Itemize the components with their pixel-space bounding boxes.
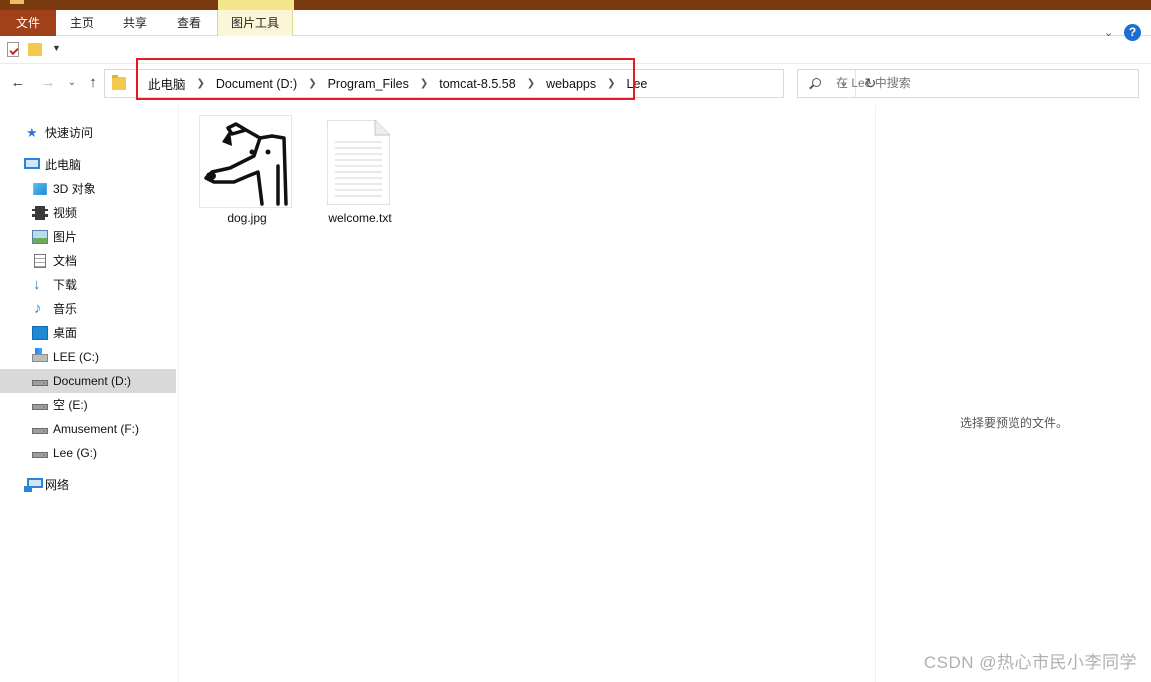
up-arrow-icon[interactable]: ↑ — [83, 73, 103, 93]
sidebar-item-label: 空 (E:) — [53, 398, 88, 412]
title-bar — [0, 0, 1151, 10]
search-input[interactable] — [836, 70, 1126, 97]
video-icon — [32, 206, 48, 220]
drive-icon — [32, 428, 48, 434]
navigation-pane: ★ 快速访问 此电脑 3D 对象 视频 图片 文档 ↓ 下载 ♪ 音乐 桌面 L… — [0, 108, 178, 682]
sidebar-item-label: 视频 — [53, 206, 78, 220]
dog-image-thumbnail[interactable] — [200, 116, 291, 207]
sidebar-item-label: 此电脑 — [45, 158, 82, 172]
tab-view[interactable]: 查看 — [162, 10, 216, 36]
tab-home[interactable]: 主页 — [56, 10, 108, 36]
download-icon: ↓ — [33, 276, 41, 293]
search-icon — [812, 78, 821, 87]
drive-icon — [32, 452, 48, 458]
sidebar-item-network[interactable]: 网络 — [0, 473, 176, 497]
ribbon-tabs: 文件 主页 共享 查看 图片工具 ⌄ ? — [0, 10, 1151, 41]
drive-icon — [32, 380, 48, 386]
tab-picture-tools[interactable]: 图片工具 — [217, 10, 293, 36]
text-file-icon[interactable] — [326, 119, 391, 206]
sidebar-item-label: 图片 — [53, 230, 78, 244]
sidebar-item-drive-g[interactable]: Lee (G:) — [0, 441, 176, 465]
customize-toolbar-dropdown-icon[interactable]: ▼ — [52, 43, 61, 53]
sidebar-item-desktop[interactable]: 桌面 — [0, 321, 176, 345]
tab-file[interactable]: 文件 — [0, 10, 56, 36]
sidebar-item-label: Amusement (F:) — [53, 422, 140, 436]
expand-ribbon-chevron-icon[interactable]: ⌄ — [1104, 27, 1114, 38]
sidebar-item-label: 桌面 — [53, 326, 78, 340]
sidebar-item-documents[interactable]: 文档 — [0, 249, 176, 273]
sidebar-item-label: 音乐 — [53, 302, 78, 316]
windows-drive-icon — [32, 348, 48, 362]
forward-arrow-icon[interactable]: → — [38, 73, 58, 93]
back-arrow-icon[interactable]: ← — [8, 73, 28, 93]
sidebar-item-music[interactable]: ♪ 音乐 — [0, 297, 176, 321]
sidebar-item-videos[interactable]: 视频 — [0, 201, 176, 225]
search-box[interactable] — [797, 69, 1139, 98]
watermark: CSDN @热心市民小李同学 — [923, 653, 1137, 672]
desktop-icon — [32, 326, 48, 340]
recent-locations-chevron-icon[interactable]: ⌄ — [62, 73, 82, 93]
sidebar-item-this-pc[interactable]: 此电脑 — [0, 153, 176, 177]
properties-icon[interactable] — [7, 42, 19, 57]
file-list: dog.jpg welcome.txt — [179, 105, 875, 682]
document-icon — [34, 254, 46, 268]
sidebar-item-drive-d[interactable]: Document (D:) — [0, 369, 176, 393]
file-name[interactable]: dog.jpg — [192, 211, 302, 225]
sidebar-item-label: LEE (C:) — [53, 350, 100, 364]
cube-icon — [33, 183, 47, 195]
sidebar-item-label: 网络 — [45, 478, 70, 492]
network-icon — [24, 478, 43, 492]
sidebar-item-drive-c[interactable]: LEE (C:) — [0, 345, 176, 369]
sidebar-item-drive-f[interactable]: Amusement (F:) — [0, 417, 176, 441]
music-icon: ♪ — [34, 300, 42, 317]
sidebar-item-drive-e[interactable]: 空 (E:) — [0, 393, 176, 417]
sidebar-item-quick-access[interactable]: ★ 快速访问 — [0, 121, 176, 145]
manage-context-tab-hint — [218, 0, 294, 10]
folder-icon — [112, 75, 126, 90]
preview-pane: 选择要预览的文件。 — [875, 105, 1151, 682]
computer-icon — [24, 158, 40, 169]
picture-icon — [32, 230, 48, 244]
sidebar-item-3d-objects[interactable]: 3D 对象 — [0, 177, 176, 201]
new-folder-icon[interactable] — [28, 43, 42, 56]
sidebar-item-label: 下载 — [53, 278, 78, 292]
sidebar-item-label: 文档 — [53, 254, 78, 268]
tab-share[interactable]: 共享 — [108, 10, 162, 36]
sidebar-item-label: 3D 对象 — [53, 182, 96, 196]
preview-message: 选择要预览的文件。 — [959, 416, 1068, 430]
sidebar-item-label: Document (D:) — [53, 374, 132, 388]
sidebar-item-label: Lee (G:) — [53, 446, 98, 460]
star-icon: ★ — [26, 125, 38, 140]
address-highlight-annotation — [136, 58, 635, 100]
drive-icon — [32, 404, 48, 410]
sidebar-item-downloads[interactable]: ↓ 下载 — [0, 273, 176, 297]
sidebar-item-pictures[interactable]: 图片 — [0, 225, 176, 249]
folder-icon — [10, 0, 24, 4]
file-name[interactable]: welcome.txt — [305, 211, 415, 225]
sidebar-item-label: 快速访问 — [45, 126, 94, 140]
